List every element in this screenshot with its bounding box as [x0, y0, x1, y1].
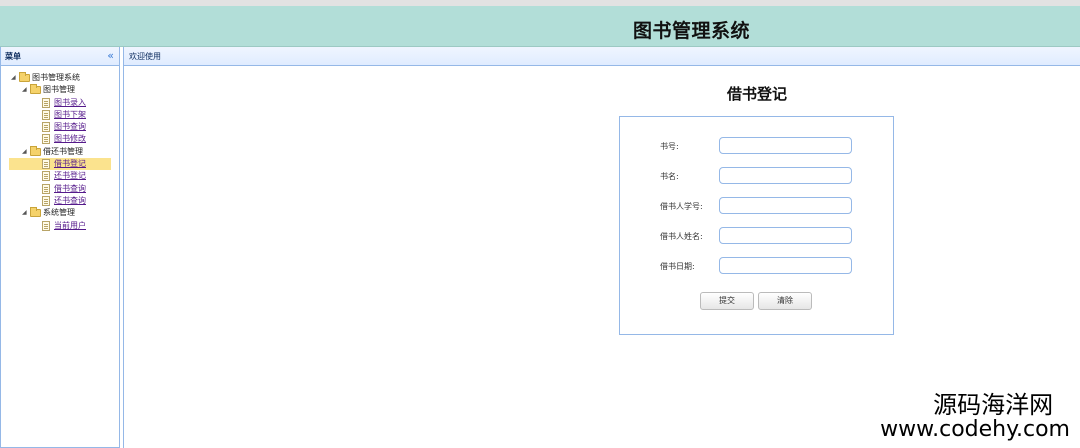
watermark: 源码海洋网 www.codehy.com [880, 392, 1070, 442]
expand-arrow-icon[interactable]: ◢ [22, 146, 27, 158]
form-row-book-name: 书名: [620, 167, 895, 185]
borrow-date-label: 借书日期: [660, 262, 695, 271]
file-icon [42, 122, 50, 133]
menu-tree: ◢ 图书管理系统 ◢ 图书管理 图书录入 图书下架 图书查询 图书修改 ◢ 借还… [1, 66, 119, 232]
student-id-label: 借书人学号: [660, 202, 703, 211]
tab-welcome[interactable]: 欢迎使用 [124, 47, 1080, 66]
form-row-book-id: 书号: [620, 137, 895, 155]
borrow-date-input[interactable] [719, 257, 852, 274]
submit-button[interactable]: 提交 [700, 292, 754, 310]
expand-arrow-icon[interactable]: ◢ [22, 207, 27, 219]
form-row-student-id: 借书人学号: [620, 197, 895, 215]
borrow-form: 书号: 书名: 借书人学号: 借书人姓名: 借书日期: 提交 清除 [619, 116, 894, 335]
sidebar-item-book-entry[interactable]: 图书录入 [1, 97, 119, 109]
tree-root-label: 图书管理系统 [32, 73, 80, 82]
tree-group-borrow-return[interactable]: ◢ 借还书管理 [1, 145, 119, 158]
sidebar-item-label[interactable]: 图书下架 [54, 109, 86, 121]
file-icon [42, 109, 50, 120]
book-name-input[interactable] [719, 167, 852, 184]
file-icon [42, 220, 50, 231]
clear-button[interactable]: 清除 [758, 292, 812, 310]
file-icon [42, 171, 50, 182]
folder-open-icon [30, 207, 41, 218]
sidebar-item-borrow-register[interactable]: 借书登记 [9, 158, 111, 171]
sidebar: 菜单 « ◢ 图书管理系统 ◢ 图书管理 图书录入 图书下架 图书查询 图书修改 [0, 47, 120, 448]
form-row-borrower-name: 借书人姓名: [620, 227, 895, 245]
borrower-name-input[interactable] [719, 227, 852, 244]
sidebar-item-label[interactable]: 当前用户 [54, 220, 86, 232]
file-icon [42, 159, 50, 170]
file-icon [42, 134, 50, 145]
app-header: 图书管理系统 [0, 6, 1080, 47]
tree-group-system-management[interactable]: ◢ 系统管理 [1, 207, 119, 219]
book-id-label: 书号: [660, 142, 679, 151]
form-title: 借书登记 [726, 85, 787, 103]
sidebar-item-book-edit[interactable]: 图书修改 [1, 133, 119, 145]
file-icon [42, 97, 50, 108]
sidebar-item-label[interactable]: 图书修改 [54, 133, 86, 145]
sidebar-item-label[interactable]: 图书查询 [54, 121, 86, 133]
sidebar-item-label[interactable]: 还书查询 [54, 195, 86, 207]
tree-group-label: 借还书管理 [43, 146, 83, 156]
folder-open-icon [19, 72, 30, 82]
folder-open-icon [30, 84, 41, 95]
sidebar-item-borrow-query[interactable]: 借书查询 [1, 183, 119, 195]
tree-group-label: 系统管理 [43, 208, 75, 218]
expand-arrow-icon[interactable]: ◢ [22, 84, 27, 96]
sidebar-item-label[interactable]: 图书录入 [54, 97, 86, 109]
sidebar-item-current-user[interactable]: 当前用户 [1, 220, 119, 232]
sidebar-header: 菜单 « [1, 47, 119, 66]
student-id-input[interactable] [719, 197, 852, 214]
tree-root[interactable]: ◢ 图书管理系统 [1, 72, 119, 84]
app-title: 图书管理系统 [633, 20, 751, 42]
tab-welcome-label: 欢迎使用 [129, 52, 161, 61]
sidebar-item-label[interactable]: 还书登记 [54, 170, 86, 182]
tree-group-book-management[interactable]: ◢ 图书管理 [1, 84, 119, 96]
double-chevron-left-icon[interactable]: « [107, 49, 114, 62]
book-name-label: 书名: [660, 172, 679, 181]
watermark-line2: www.codehy.com [880, 417, 1070, 442]
sidebar-item-label[interactable]: 借书查询 [54, 183, 86, 195]
file-icon [42, 183, 50, 194]
file-icon [42, 195, 50, 206]
sidebar-item-return-register[interactable]: 还书登记 [1, 170, 119, 182]
book-id-input[interactable] [719, 137, 852, 154]
sidebar-title: 菜单 [5, 52, 21, 61]
main-panel: 欢迎使用 借书登记 书号: 书名: 借书人学号: 借书人姓名: 借书日期: 提交… [123, 47, 1080, 448]
folder-open-icon [30, 145, 41, 156]
form-row-borrow-date: 借书日期: [620, 257, 895, 275]
watermark-line1: 源码海洋网 [933, 391, 1054, 419]
sidebar-item-book-query[interactable]: 图书查询 [1, 121, 119, 133]
expand-arrow-icon[interactable]: ◢ [11, 72, 16, 84]
sidebar-item-label[interactable]: 借书登记 [54, 158, 86, 170]
sidebar-item-book-removal[interactable]: 图书下架 [1, 109, 119, 121]
borrower-name-label: 借书人姓名: [660, 232, 703, 241]
tree-group-label: 图书管理 [43, 85, 75, 95]
sidebar-item-return-query[interactable]: 还书查询 [1, 195, 119, 207]
